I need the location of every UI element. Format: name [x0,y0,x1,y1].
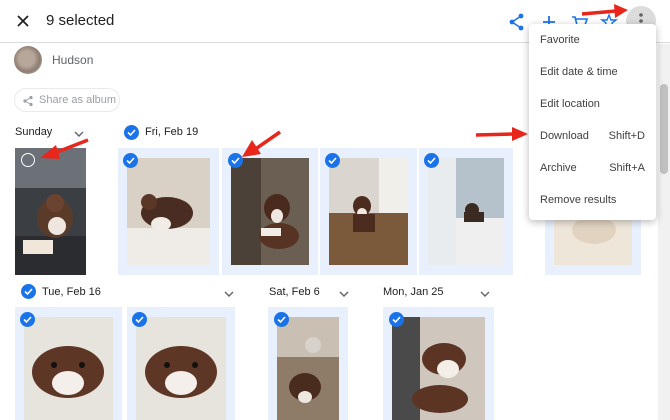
scrollbar[interactable] [658,44,670,420]
annotation-arrow-icon [581,4,628,18]
menu-item-label: Edit location [540,98,600,110]
date-header-mon-jan25: Mon, Jan 25 [383,286,444,298]
menu-item-label: Edit date & time [540,66,618,78]
menu-item-download[interactable]: Download Shift+D [529,120,656,152]
photo-thumbnail[interactable] [15,148,86,275]
selected-checkmark[interactable] [325,153,340,168]
select-date-checkbox[interactable] [124,125,139,140]
menu-item-label: Favorite [540,34,580,46]
menu-item-edit-date-time[interactable]: Edit date & time [529,56,656,88]
share-icon[interactable] [506,11,528,33]
menu-item-shortcut: Shift+A [609,162,645,174]
photo-thumbnail [231,158,309,265]
menu-item-remove-results[interactable]: Remove results [529,184,656,216]
selected-checkmark[interactable] [123,153,138,168]
menu-item-shortcut: Shift+D [608,130,645,142]
chevron-down-icon[interactable] [338,287,350,299]
annotation-arrow-icon [40,138,89,159]
date-header-fri-feb19: Fri, Feb 19 [145,126,199,138]
unselected-checkbox[interactable] [21,153,35,167]
annotation-arrow-icon [475,127,528,141]
photo-thumbnail [136,317,226,420]
menu-item-favorite[interactable]: Favorite [529,24,656,56]
selected-count: 9 selected [46,12,115,29]
date-header-tue-feb16: Tue, Feb 16 [42,286,101,298]
menu-item-archive[interactable]: Archive Shift+A [529,152,656,184]
scrollbar-thumb[interactable] [660,84,668,174]
menu-item-label: Archive [540,162,577,174]
photo-thumbnail [127,158,210,265]
menu-item-edit-location[interactable]: Edit location [529,88,656,120]
selected-checkmark[interactable] [389,312,404,327]
selected-checkmark[interactable] [424,153,439,168]
avatar [14,46,42,74]
selected-checkmark[interactable] [274,312,289,327]
annotation-arrow-icon [242,130,281,157]
date-header-sat-feb6: Sat, Feb 6 [269,286,320,298]
menu-item-label: Remove results [540,194,617,206]
person-name: Hudson [52,53,94,67]
photo-thumbnail [277,317,339,420]
menu-item-label: Download [540,130,589,142]
share-as-album-button[interactable]: Share as album [14,88,120,112]
photo-thumbnail [24,317,113,420]
close-icon[interactable] [12,10,34,32]
share-as-album-label: Share as album [39,94,117,106]
chevron-down-icon[interactable] [479,287,491,299]
share-icon [23,95,33,107]
photo-thumbnail [392,317,485,420]
selected-checkmark[interactable] [132,312,147,327]
more-options-menu: Favorite Edit date & time Edit location … [529,24,656,220]
selected-checkmark[interactable] [20,312,35,327]
photo-thumbnail [329,158,408,265]
chevron-down-icon[interactable] [223,287,235,299]
select-date-checkbox[interactable] [21,284,36,299]
photo-thumbnail [428,158,504,265]
